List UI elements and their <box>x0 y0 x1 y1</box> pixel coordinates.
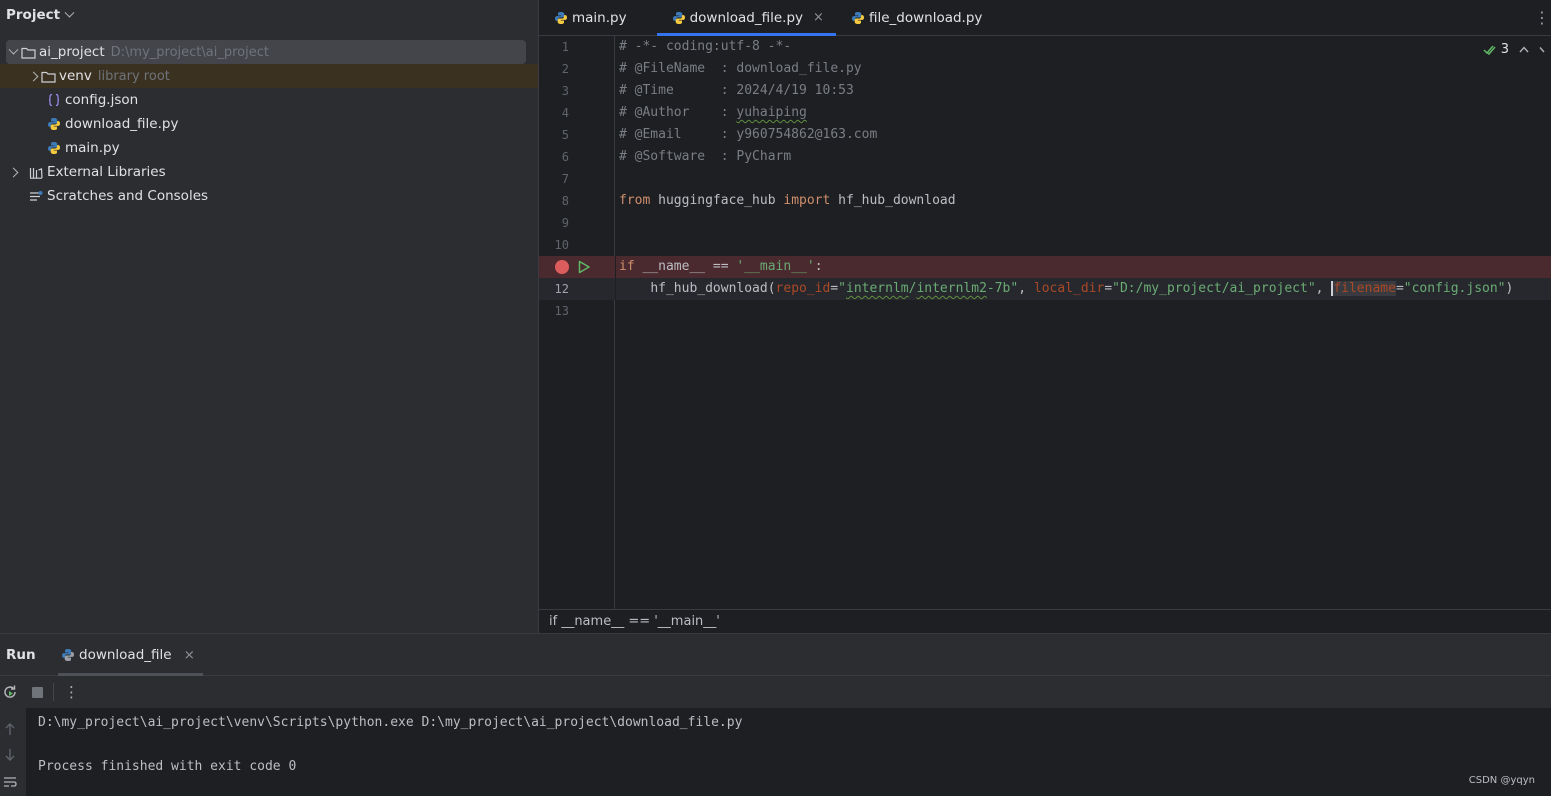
python-file-icon <box>553 10 569 26</box>
tab-label: download_file.py <box>689 9 804 26</box>
breadcrumb[interactable]: if __name__ == '__main__' <box>539 609 1551 633</box>
console-output[interactable]: D:\my_project\ai_project\venv\Scripts\py… <box>38 712 742 778</box>
run-gutter-icon[interactable] <box>577 260 591 278</box>
folder-icon <box>20 44 36 60</box>
line-number: 6 <box>561 150 569 164</box>
code-line: # @Email : y960754862@163.com <box>619 127 878 142</box>
code-line: # -*- coding:utf-8 -*- <box>619 39 792 54</box>
line-number: 10 <box>554 238 569 252</box>
tree-item-scratches-and-consoles[interactable]: Scratches and Consoles <box>0 184 538 208</box>
tree-item-label: ai_project <box>39 44 105 60</box>
chevron-down-icon[interactable] <box>1539 46 1545 53</box>
inspection-status[interactable]: 3 <box>1483 42 1509 57</box>
run-tab-download-file[interactable]: download_file × <box>58 634 203 676</box>
line-number: 1 <box>561 40 569 54</box>
library-icon <box>28 164 44 180</box>
line-number: 4 <box>561 106 569 120</box>
watermark: CSDN @yqyn <box>1468 775 1535 786</box>
inspection-widget[interactable]: 3 <box>1483 42 1545 57</box>
tree-item-hint: library root <box>97 68 170 84</box>
tree-item-ai-project[interactable]: ai_project D:\my_project\ai_project <box>6 40 526 64</box>
code-line: from huggingface_hub import hf_hub_downl… <box>619 193 956 208</box>
console-line: Process finished with exit code 0 <box>38 759 297 774</box>
code-line-current: hf_hub_download(repo_id="internlm/intern… <box>616 278 1551 300</box>
run-tab-bar: Run download_file × <box>0 634 1551 676</box>
tree-item-label: config.json <box>65 92 139 108</box>
tab-label: file_download.py <box>868 9 983 26</box>
line-number: 9 <box>561 216 569 230</box>
folder-icon <box>40 68 56 84</box>
project-view-selector[interactable]: Project <box>0 0 538 30</box>
tree-item-label: venv <box>59 68 92 84</box>
line-number: 12 <box>554 282 569 296</box>
more-options-icon[interactable]: ⋮ <box>64 683 79 701</box>
code-editor[interactable]: # -*- coding:utf-8 -*- # @FileName : dow… <box>616 36 1551 609</box>
editor-gutter[interactable]: 1 2 3 4 5 6 7 8 9 10 12 13 <box>539 36 615 609</box>
arrow-down-icon[interactable] <box>4 748 16 762</box>
stop-icon[interactable] <box>32 686 43 698</box>
tree-item-label: Scratches and Consoles <box>47 188 209 204</box>
toolbar-divider <box>53 683 54 701</box>
line-number: 3 <box>561 84 569 98</box>
close-tab-icon[interactable]: × <box>184 647 195 663</box>
run-title: Run <box>6 646 36 663</box>
tab-download-file-py[interactable]: download_file.py × <box>656 0 837 36</box>
console-line: D:\my_project\ai_project\venv\Scripts\py… <box>38 715 743 730</box>
console-side-toolbar <box>0 708 26 796</box>
expand-arrow-icon[interactable] <box>26 69 40 83</box>
chevron-up-icon[interactable] <box>1519 46 1529 53</box>
tree-item-label: download_file.py <box>65 116 179 132</box>
run-tool-window: Run download_file × ⋮ D:\my_project\ai_p… <box>0 633 1551 796</box>
tree-item-config-json[interactable]: config.json <box>0 88 538 112</box>
double-check-icon <box>1483 45 1496 55</box>
run-tab-label: download_file <box>79 646 172 663</box>
line-number: 2 <box>561 62 569 76</box>
python-file-icon <box>46 140 62 156</box>
python-file-icon <box>671 10 687 26</box>
tab-main-py[interactable]: main.py <box>539 0 639 35</box>
python-run-icon <box>60 647 76 663</box>
tab-label: main.py <box>572 9 627 26</box>
breakpoint-icon[interactable] <box>555 260 569 274</box>
more-options-icon[interactable]: ⋮ <box>1534 8 1550 27</box>
editor-tab-bar: main.py download_file.py × file_download… <box>539 0 1551 36</box>
python-file-icon <box>850 10 866 26</box>
code-line: # @FileName : download_file.py <box>619 61 862 76</box>
run-toolbar: ⋮ <box>0 676 1551 708</box>
line-number: 5 <box>561 128 569 142</box>
project-title: Project <box>6 7 61 23</box>
tab-file-download-py[interactable]: file_download.py <box>836 0 994 35</box>
expand-arrow-icon[interactable] <box>6 165 20 179</box>
line-number: 13 <box>554 304 569 318</box>
tree-item-label: External Libraries <box>47 164 166 180</box>
tree-item-label: main.py <box>65 140 120 156</box>
code-line: # @Time : 2024/4/19 10:53 <box>619 83 854 98</box>
line-number: 7 <box>561 172 569 186</box>
tree-item-path: D:\my_project\ai_project <box>110 44 269 60</box>
rerun-icon[interactable] <box>2 684 18 700</box>
code-line: # @Software : PyCharm <box>619 149 792 164</box>
json-file-icon <box>46 92 62 108</box>
project-tool-window: Project ai_project D:\my_project\ai_proj… <box>0 0 538 633</box>
line-number: 8 <box>561 194 569 208</box>
tree-item-external-libraries[interactable]: External Libraries <box>0 160 538 184</box>
editor-area: main.py download_file.py × file_download… <box>538 0 1551 633</box>
scratches-icon <box>28 188 44 204</box>
inspection-count: 3 <box>1500 42 1509 57</box>
expand-arrow-icon[interactable] <box>6 45 20 59</box>
code-line-breakpoint: if __name__ == '__main__': <box>616 256 1551 278</box>
chevron-down-icon <box>64 7 75 18</box>
tree-item-download-file-py[interactable]: download_file.py <box>0 112 538 136</box>
arrow-up-icon[interactable] <box>4 722 16 736</box>
tree-item-venv[interactable]: venv library root <box>0 64 538 88</box>
code-line: # @Author : yuhaiping <box>619 105 807 120</box>
close-tab-icon[interactable]: × <box>813 10 824 25</box>
python-file-icon <box>46 116 62 132</box>
soft-wrap-icon[interactable] <box>3 776 17 788</box>
tree-item-main-py[interactable]: main.py <box>0 136 538 160</box>
